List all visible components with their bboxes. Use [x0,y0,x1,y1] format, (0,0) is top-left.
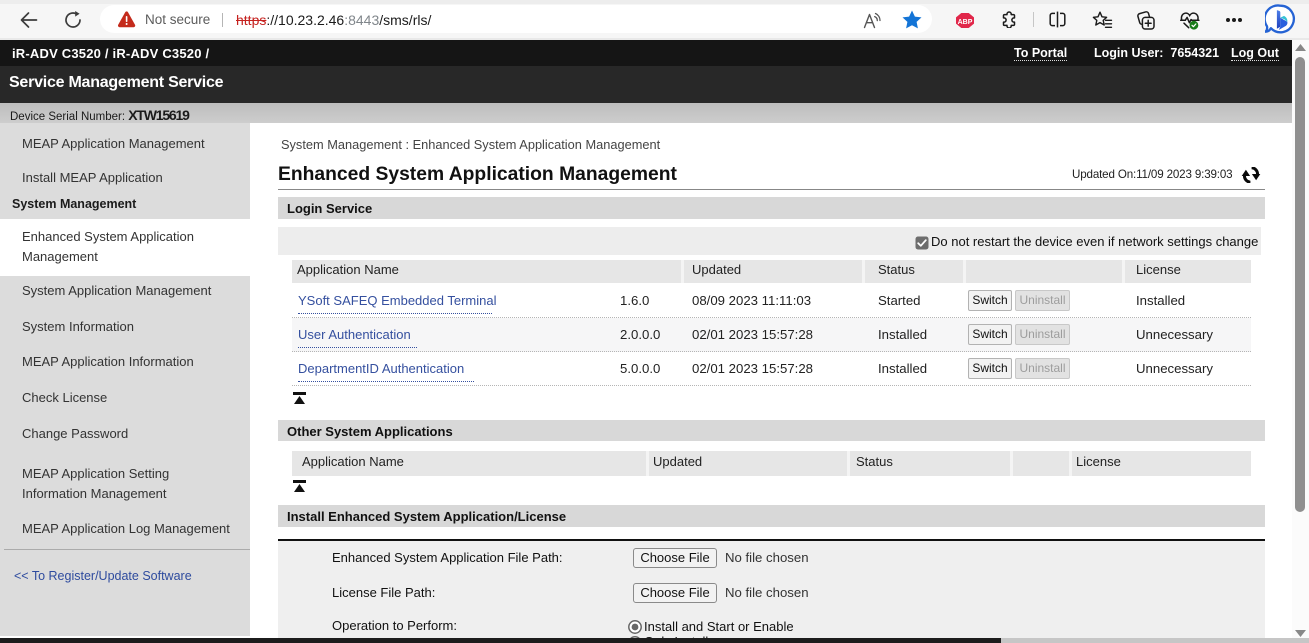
svg-text:ABP: ABP [958,19,973,26]
